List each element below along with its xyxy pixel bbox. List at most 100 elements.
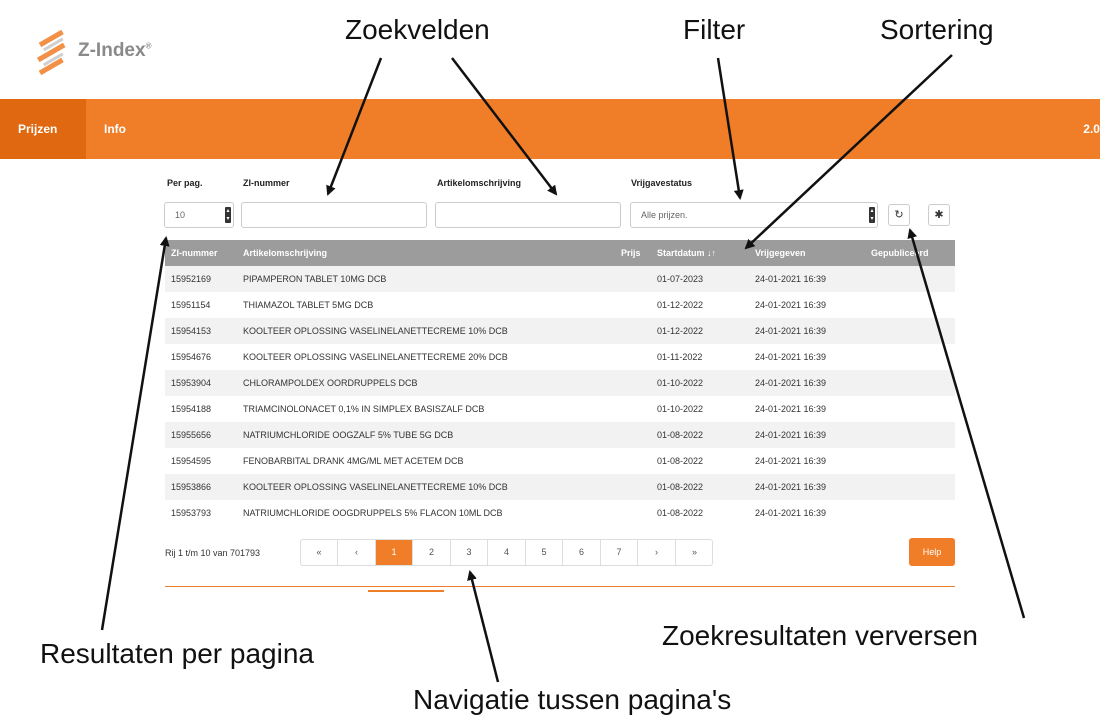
refresh-button[interactable]: ↻ (888, 204, 910, 226)
cell-zi-number: 15955656 (171, 430, 212, 440)
cell-start-date: 01-11-2022 (657, 352, 703, 362)
table-row[interactable]: 15954153 KOOLTEER OPLOSSING VASELINELANET… (165, 318, 955, 344)
cell-start-date: 01-08-2022 (657, 430, 704, 440)
annotation-results-per-page: Resultaten per pagina (40, 638, 314, 669)
page-7[interactable]: 7 (601, 540, 638, 565)
cell-zi-number: 15951154 (171, 300, 211, 310)
settings-button[interactable]: ✱ (928, 204, 950, 226)
cell-description: TRIAMCINOLONACET 0,1% IN SIMPLEX BASISZA… (243, 404, 485, 414)
cell-zi-number: 15952169 (171, 274, 212, 284)
table-row[interactable]: 15955656 NATRIUMCHLORIDE OOGZALF 5% TUBE … (165, 422, 955, 448)
zi-number-label: ZI-nummer (243, 178, 290, 188)
first-page-button[interactable]: « (301, 540, 338, 565)
cell-released: 24-01-2021 16:39 (755, 326, 827, 336)
cell-zi-number: 15953904 (171, 378, 212, 388)
chevron-down-icon: ▴ ▾ (869, 207, 875, 223)
cell-zi-number: 15954153 (171, 326, 212, 336)
cell-released: 24-01-2021 16:39 (755, 482, 827, 492)
divider (165, 586, 955, 587)
cell-description: NATRIUMCHLORIDE OOGZALF 5% TUBE 5G DCB (243, 430, 454, 440)
nav-item-prijzen[interactable]: Prijzen (0, 99, 86, 159)
z-index-logo: Z-Index® (32, 29, 162, 80)
logo-text: Z-Index® (78, 40, 152, 61)
zi-number-input[interactable] (241, 202, 427, 228)
last-page-button[interactable]: » (676, 540, 713, 565)
page-2[interactable]: 2 (414, 540, 451, 565)
cell-description: PIPAMPERON TABLET 10MG DCB (243, 274, 387, 284)
cell-released: 24-01-2021 16:39 (755, 430, 827, 440)
page-3[interactable]: 3 (451, 540, 488, 565)
column-header-start-date[interactable]: Startdatum ↓↑ (657, 240, 716, 266)
per-page-label: Per pag. (167, 178, 203, 188)
table-row[interactable]: 15953866 KOOLTEER OPLOSSING VASELINELANET… (165, 474, 955, 500)
pagination: «‹ 1 2 3 4 5 6 7 ›» (300, 539, 713, 566)
arrow-to-pagination (467, 570, 500, 683)
table-header: ZI-nummer Artikelomschrijving Prijs Star… (165, 240, 955, 266)
table-row[interactable]: 15953793 NATRIUMCHLORIDE OOGDRUPPELS 5% F… (165, 500, 955, 526)
cell-start-date: 01-10-2022 (657, 378, 704, 388)
cell-zi-number: 15953793 (171, 508, 212, 518)
cell-start-date: 01-12-2022 (657, 300, 704, 310)
cell-description: NATRIUMCHLORIDE OOGDRUPPELS 5% FLACON 10… (243, 508, 503, 518)
table-row[interactable]: 15953904 CHLORAMPOLDEX OORDRUPPELS DCB 01-… (165, 370, 955, 396)
cell-description: KOOLTEER OPLOSSING VASELINELANETTECREME … (243, 326, 508, 336)
description-input[interactable] (435, 202, 621, 228)
per-page-value: 10 (175, 210, 186, 220)
sort-icon: ↓↑ (707, 248, 717, 258)
chevron-down-icon: ▴ ▾ (225, 207, 231, 223)
page-4[interactable]: 4 (489, 540, 526, 565)
column-header-description[interactable]: Artikelomschrijving (243, 240, 327, 266)
cell-released: 24-01-2021 16:39 (755, 300, 827, 310)
per-page-select[interactable]: 10 ▴ ▾ (164, 202, 234, 228)
refresh-icon: ↻ (894, 208, 904, 221)
gear-icon: ✱ (934, 208, 944, 221)
cell-start-date: 01-08-2022 (657, 508, 704, 518)
divider-accent (368, 590, 444, 592)
nav-item-info[interactable]: Info (86, 99, 144, 159)
annotation-filter: Filter (683, 14, 746, 45)
table-body: 15952169 PIPAMPERON TABLET 10MG DCB 01-07-… (165, 266, 955, 526)
cell-start-date: 01-10-2022 (657, 404, 704, 414)
page-1[interactable]: 1 (376, 540, 413, 565)
cell-description: KOOLTEER OPLOSSING VASELINELANETTECREME … (243, 352, 508, 362)
table-row[interactable]: 15952169 PIPAMPERON TABLET 10MG DCB 01-07-… (165, 266, 955, 292)
release-status-select[interactable]: Alle prijzen. ▴ ▾ (630, 202, 878, 228)
description-label: Artikelomschrijving (437, 178, 522, 188)
cell-description: THIAMAZOL TABLET 5MG DCB (243, 300, 374, 310)
cell-start-date: 01-08-2022 (657, 456, 704, 466)
cell-description: FENOBARBITAL DRANK 4MG/ML MET ACETEM DCB (243, 456, 464, 466)
table-row[interactable]: 15954188 TRIAMCINOLONACET 0,1% IN SIMPLEX… (165, 396, 955, 422)
column-header-zi-number[interactable]: ZI-nummer (171, 240, 218, 266)
table-row[interactable]: 15951154 THIAMAZOL TABLET 5MG DCB 01-12-20… (165, 292, 955, 318)
cell-released: 24-01-2021 16:39 (755, 274, 827, 284)
column-header-price[interactable]: Prijs (621, 240, 641, 266)
table-row[interactable]: 15954676 KOOLTEER OPLOSSING VASELINELANET… (165, 344, 955, 370)
cell-zi-number: 15954676 (171, 352, 212, 362)
cell-start-date: 01-07-2023 (657, 274, 704, 284)
cell-released: 24-01-2021 16:39 (755, 404, 827, 414)
annotation-sorting: Sortering (880, 14, 994, 45)
column-header-released[interactable]: Vrijgegeven (755, 240, 806, 266)
prev-page-button[interactable]: ‹ (339, 540, 376, 565)
release-status-label: Vrijgavestatus (631, 178, 693, 188)
cell-released: 24-01-2021 16:39 (755, 456, 827, 466)
annotation-page-navigation: Navigatie tussen pagina's (413, 684, 732, 715)
cell-zi-number: 15953866 (171, 482, 212, 492)
cell-zi-number: 15954188 (171, 404, 212, 414)
column-header-published[interactable]: Gepubliceerd (871, 240, 929, 266)
page-5[interactable]: 5 (526, 540, 563, 565)
cell-description: KOOLTEER OPLOSSING VASELINELANETTECREME … (243, 482, 508, 492)
annotation-refresh-results: Zoekresultaten verversen (662, 620, 978, 651)
cell-start-date: 01-08-2022 (657, 482, 704, 492)
next-page-button[interactable]: › (639, 540, 676, 565)
table-row[interactable]: 15954595 FENOBARBITAL DRANK 4MG/ML MET AC… (165, 448, 955, 474)
annotation-search-fields: Zoekvelden (345, 14, 490, 45)
arrow-to-per-page (100, 236, 170, 631)
cell-start-date: 01-12-2022 (657, 326, 704, 336)
cell-zi-number: 15954595 (171, 456, 212, 466)
help-button[interactable]: Help (909, 538, 955, 566)
cell-description: CHLORAMPOLDEX OORDRUPPELS DCB (243, 378, 418, 388)
page-6[interactable]: 6 (564, 540, 601, 565)
logo-mark-icon (37, 29, 66, 76)
version-label: 2.0.9 (1083, 122, 1100, 136)
